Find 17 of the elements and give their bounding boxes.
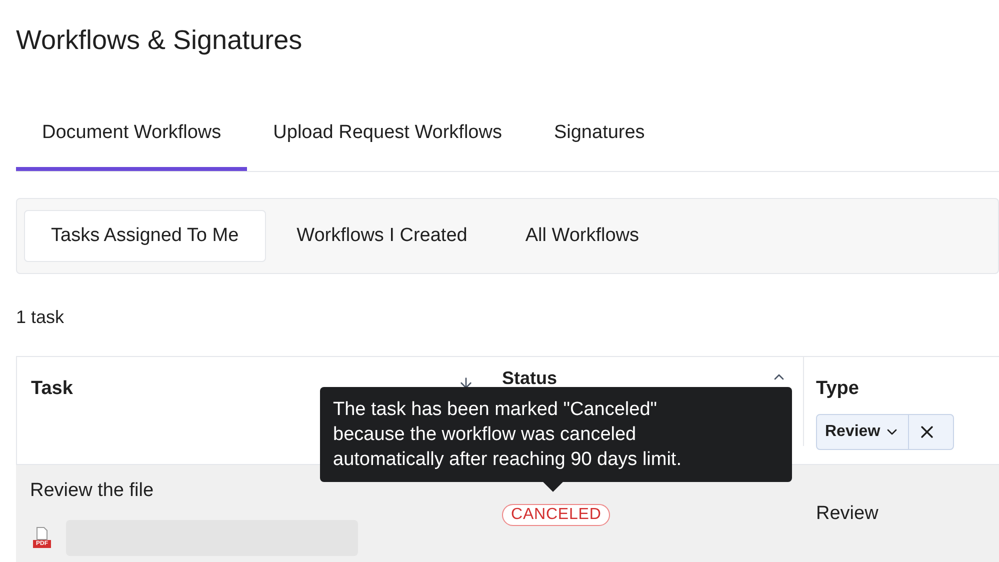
column-header: Task xyxy=(31,377,73,401)
page-title: Workflows & Signatures xyxy=(16,24,304,57)
tab[interactable]: Upload Request Workflows xyxy=(247,100,528,171)
task-count: 1 task xyxy=(16,306,66,329)
tab[interactable]: Signatures xyxy=(528,100,671,171)
tab[interactable]: Document Workflows xyxy=(16,100,248,171)
subtab[interactable]: Tasks Assigned To Me xyxy=(24,210,266,262)
type-cell-text: Review xyxy=(816,502,878,526)
filter-dropdown[interactable]: Review xyxy=(817,414,908,448)
column-header: Type xyxy=(816,377,860,401)
type-filter[interactable]: Review xyxy=(816,414,954,450)
tooltip: The task has been marked "Canceled" because the workflow was canceled automatically after reaching 90 days limit. xyxy=(320,387,792,482)
subtab[interactable]: All Workflows xyxy=(498,210,666,262)
column-header: Status xyxy=(502,369,558,387)
task-name: Review the file xyxy=(30,479,155,503)
subtab[interactable]: Workflows I Created xyxy=(270,210,494,262)
status-badge: CANCELED xyxy=(502,504,610,526)
